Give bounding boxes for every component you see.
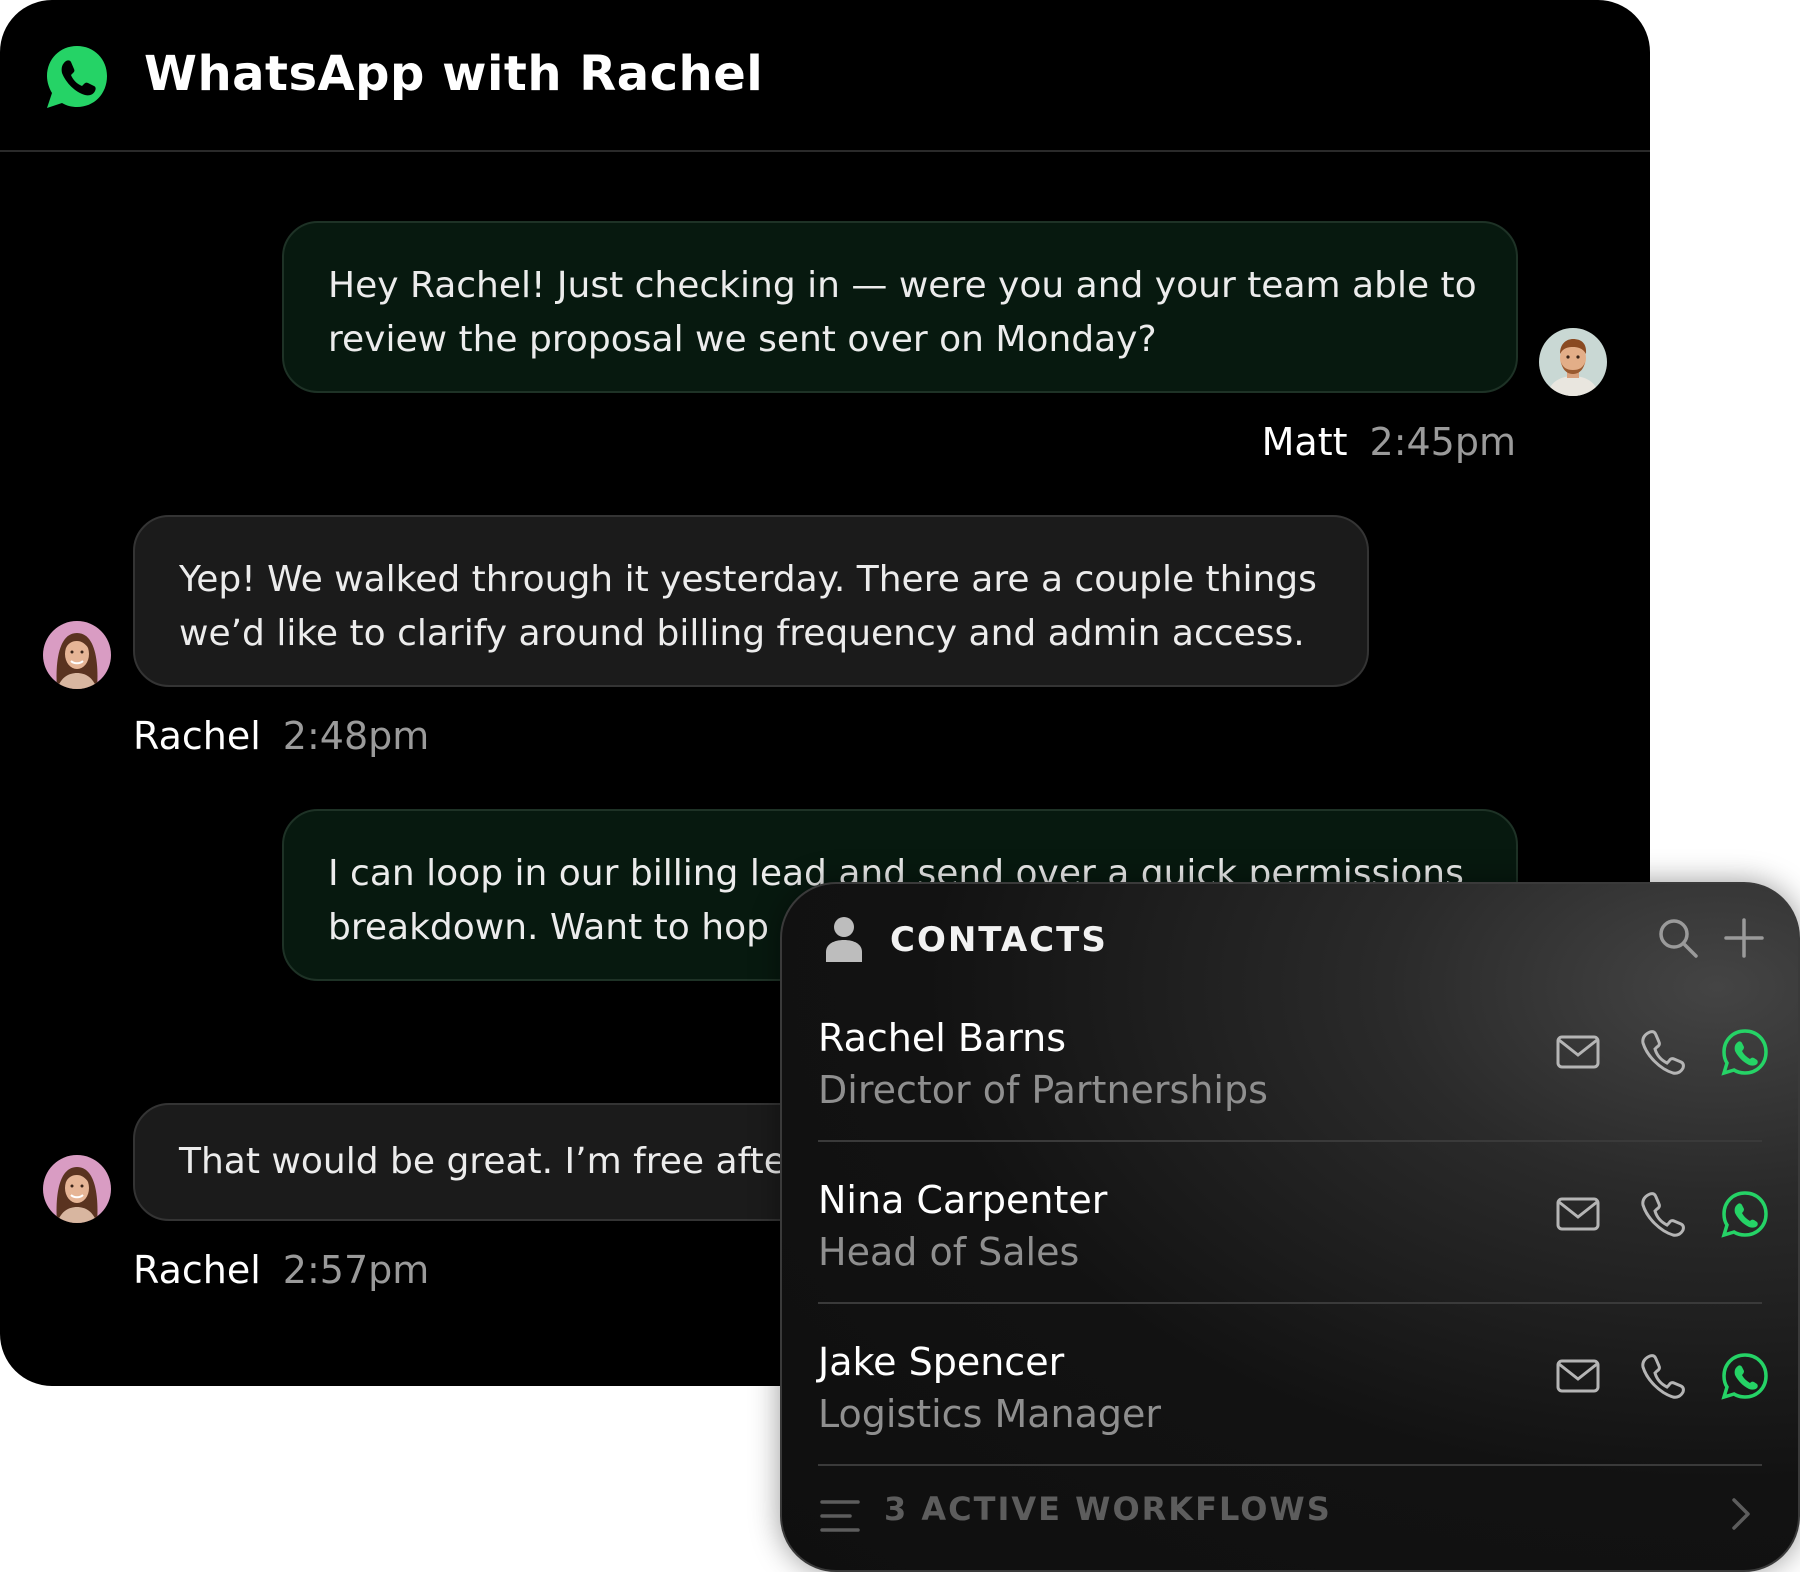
search-icon[interactable] — [1656, 916, 1700, 960]
phone-icon[interactable] — [1636, 1026, 1688, 1078]
contacts-header: CONTACTS — [782, 884, 1798, 994]
contact-name: Nina Carpenter — [818, 1178, 1108, 1222]
whatsapp-icon[interactable] — [1719, 1188, 1771, 1240]
avatar-rachel — [43, 1155, 111, 1223]
menu-lines-icon — [820, 1500, 860, 1532]
sender-name: Rachel — [133, 1248, 261, 1292]
message-text: Hey Rachel! Just checking in — were you … — [328, 265, 1477, 306]
message-time: 2:48pm — [282, 714, 430, 758]
chat-header: WhatsApp with Rachel — [0, 0, 1650, 152]
whatsapp-logo-icon — [47, 46, 107, 108]
message-text: Yep! We walked through it yesterday. The… — [179, 559, 1317, 600]
message-meta: Rachel 2:48pm — [133, 714, 429, 758]
avatar-rachel — [43, 621, 111, 689]
contact-row[interactable]: Jake Spencer Logistics Manager — [782, 1330, 1798, 1492]
mail-icon[interactable] — [1552, 1026, 1604, 1078]
mail-icon[interactable] — [1552, 1350, 1604, 1402]
contact-row[interactable]: Nina Carpenter Head of Sales — [782, 1168, 1798, 1330]
avatar-matt — [1539, 328, 1607, 396]
contact-name: Jake Spencer — [818, 1340, 1065, 1384]
sender-name: Rachel — [133, 714, 261, 758]
message-bubble-incoming: Yep! We walked through it yesterday. The… — [133, 515, 1369, 687]
chevron-right-icon[interactable] — [1726, 1494, 1756, 1534]
divider — [818, 1140, 1762, 1142]
message-bubble-outgoing: Hey Rachel! Just checking in — were you … — [282, 221, 1518, 393]
contact-role: Director of Partnerships — [818, 1068, 1268, 1112]
message-meta: Matt 2:45pm — [1262, 420, 1516, 464]
contact-row[interactable]: Rachel Barns Director of Partnerships — [782, 1006, 1798, 1168]
contact-role: Head of Sales — [818, 1230, 1080, 1274]
contacts-title: CONTACTS — [890, 920, 1108, 960]
active-workflows-row[interactable]: 3 ACTIVE WORKFLOWS — [782, 1478, 1798, 1558]
contact-role: Logistics Manager — [818, 1392, 1162, 1436]
whatsapp-icon[interactable] — [1719, 1026, 1771, 1078]
mail-icon[interactable] — [1552, 1188, 1604, 1240]
message-text: review the proposal we sent over on Mond… — [328, 319, 1157, 360]
phone-icon[interactable] — [1636, 1188, 1688, 1240]
contacts-panel: CONTACTS Rachel Barns Director of Partne… — [780, 882, 1800, 1572]
divider — [818, 1464, 1762, 1466]
whatsapp-icon[interactable] — [1719, 1350, 1771, 1402]
active-workflows-label: 3 ACTIVE WORKFLOWS — [884, 1490, 1332, 1528]
plus-icon[interactable] — [1722, 916, 1766, 960]
divider — [818, 1302, 1762, 1304]
sender-name: Matt — [1261, 420, 1348, 464]
person-icon — [826, 917, 862, 962]
chat-title: WhatsApp with Rachel — [144, 46, 764, 102]
contact-name: Rachel Barns — [818, 1016, 1067, 1060]
message-meta: Rachel 2:57pm — [133, 1248, 429, 1292]
phone-icon[interactable] — [1636, 1350, 1688, 1402]
message-time: 2:45pm — [1369, 420, 1516, 464]
message-text: we’d like to clarify around billing freq… — [179, 613, 1305, 654]
message-time: 2:57pm — [282, 1248, 430, 1292]
